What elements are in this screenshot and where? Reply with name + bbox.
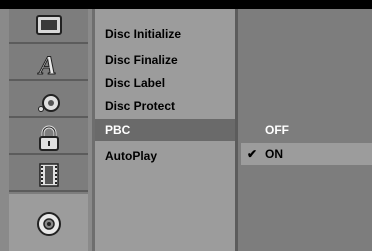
- category-lock[interactable]: [9, 120, 88, 155]
- menu-item-label: Disc Initialize: [105, 27, 182, 41]
- menu-item-autoplay[interactable]: AutoPlay: [95, 145, 235, 167]
- audio-icon: [38, 94, 60, 112]
- menu-item-disc-finalize[interactable]: Disc Finalize: [95, 49, 235, 71]
- option-off[interactable]: OFF: [241, 119, 372, 141]
- monitor-icon: [36, 15, 62, 35]
- disc-icon: [37, 212, 61, 236]
- left-border: [0, 9, 9, 251]
- film-icon: [39, 163, 59, 187]
- category-audio[interactable]: [9, 83, 88, 118]
- menu-item-pbc[interactable]: PBC: [95, 119, 235, 141]
- svg-text:A: A: [37, 51, 56, 78]
- setup-menu-screen: A Disc Initialize Disc Finalize Disc Lab…: [0, 0, 372, 251]
- disc-menu-list: Disc Initialize Disc Finalize Disc Label…: [92, 9, 235, 251]
- checkmark-icon: ✔: [247, 147, 258, 161]
- category-display[interactable]: [9, 9, 88, 44]
- category-icon-column: A: [9, 9, 88, 251]
- lock-icon: [39, 125, 59, 151]
- option-label: OFF: [265, 123, 289, 137]
- menu-item-label: Disc Finalize: [105, 53, 178, 67]
- category-disc[interactable]: [9, 194, 88, 251]
- category-language[interactable]: A: [9, 46, 88, 81]
- category-recording[interactable]: [9, 157, 88, 192]
- option-on[interactable]: ✔ ON: [241, 143, 372, 165]
- menu-item-disc-protect[interactable]: Disc Protect: [95, 95, 235, 117]
- option-label: ON: [265, 147, 283, 161]
- menu-item-disc-label[interactable]: Disc Label: [95, 72, 235, 94]
- menu-item-label: PBC: [105, 123, 131, 137]
- pbc-options-list: OFF ✔ ON: [235, 9, 372, 251]
- top-border: [0, 0, 372, 9]
- menu-item-label: Disc Protect: [105, 99, 176, 113]
- menu-item-disc-initialize[interactable]: Disc Initialize: [95, 23, 235, 45]
- menu-item-label: AutoPlay: [105, 149, 158, 163]
- language-icon: A: [37, 51, 57, 79]
- menu-item-label: Disc Label: [105, 76, 166, 90]
